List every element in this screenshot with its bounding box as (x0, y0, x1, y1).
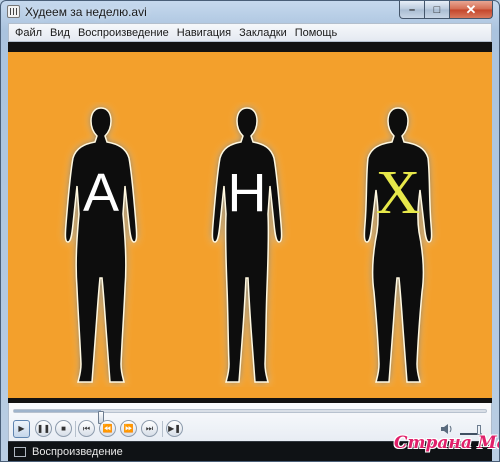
stop-icon: ■ (61, 423, 66, 433)
film-icon (7, 5, 20, 18)
seek-bar[interactable] (13, 409, 487, 424)
fast-forward-icon: ⏩ (123, 423, 134, 433)
video-frame[interactable]: А Н Х (8, 42, 492, 403)
skip-back-icon: ⏮ (82, 423, 91, 433)
previous-button[interactable]: ⏮ (78, 420, 95, 437)
caption-buttons: – □ ✕ (399, 1, 493, 20)
maximize-button[interactable]: □ (425, 1, 450, 19)
letter-h: Н (227, 163, 267, 223)
separator (75, 421, 76, 437)
next-button[interactable]: ⏭ (141, 420, 158, 437)
window-title: Худеем за неделю.avi (25, 5, 147, 19)
body-silhouette-h: Н (202, 102, 292, 387)
silhouette-icon (64, 107, 138, 383)
minimize-button[interactable]: – (399, 1, 425, 19)
menu-playback[interactable]: Воспроизведение (74, 27, 173, 39)
status-text: Воспроизведение (32, 446, 123, 458)
frame-step-icon: ▶❚ (168, 423, 181, 433)
menu-view[interactable]: Вид (46, 27, 74, 39)
fast-forward-button[interactable]: ⏩ (120, 420, 137, 437)
menu-bookmarks[interactable]: Закладки (235, 27, 291, 39)
menu-bar: Файл Вид Воспроизведение Навигация Закла… (8, 23, 492, 42)
letter-x: Х (375, 159, 421, 227)
play-icon: ▶ (18, 424, 25, 433)
watermark-text: Страна Мам (394, 433, 499, 453)
silhouette-icon (363, 107, 433, 383)
skip-forward-icon: ⏭ (145, 423, 154, 433)
silhouette-icon (211, 107, 283, 383)
menu-help[interactable]: Помощь (291, 27, 342, 39)
stop-button[interactable]: ■ (55, 420, 72, 437)
play-button[interactable]: ▶ (13, 420, 30, 438)
minimize-icon: – (408, 3, 416, 16)
menu-navigation[interactable]: Навигация (173, 27, 235, 39)
menu-file[interactable]: Файл (11, 27, 46, 39)
watermark-logo: Страна Мам (394, 433, 499, 461)
monitor-icon (14, 447, 26, 457)
rewind-button[interactable]: ⏪ (99, 420, 116, 437)
close-icon: ✕ (465, 1, 477, 17)
seek-progress (14, 410, 102, 412)
title-bar[interactable]: Худеем за неделю.avi – □ ✕ (1, 1, 499, 23)
media-player-window: Худеем за неделю.avi – □ ✕ Файл Вид Восп… (0, 0, 500, 462)
letter-a: А (82, 163, 120, 223)
body-silhouette-a: А (56, 102, 146, 387)
frame-step-button[interactable]: ▶❚ (166, 420, 183, 437)
maximize-icon: □ (433, 3, 441, 16)
separator (162, 421, 163, 437)
rewind-icon: ⏪ (102, 423, 113, 433)
close-button[interactable]: ✕ (450, 1, 493, 19)
pause-button[interactable]: ❚❚ (35, 420, 52, 437)
pause-icon: ❚❚ (36, 423, 51, 433)
body-silhouette-x: Х (353, 102, 443, 387)
